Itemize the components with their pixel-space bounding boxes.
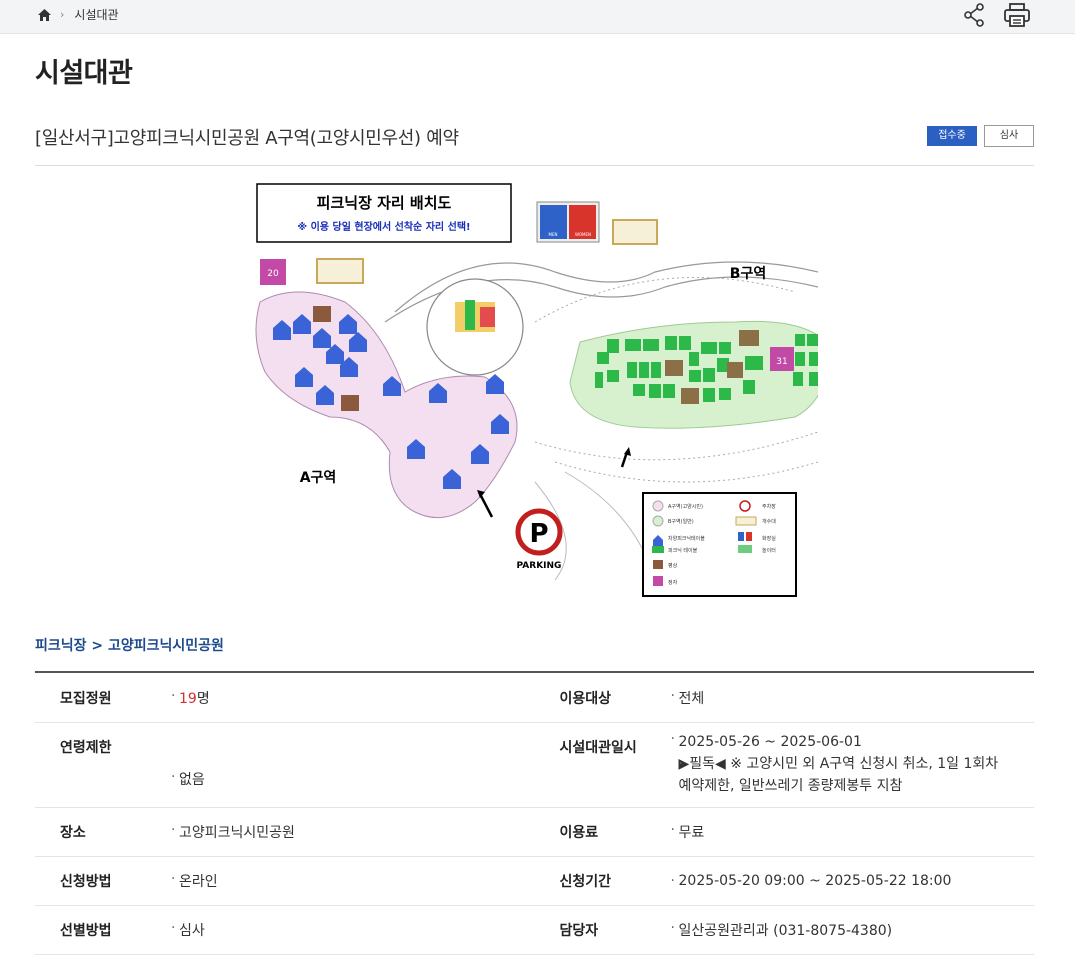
legend-restroom: 화장실 bbox=[762, 535, 776, 542]
value-contact: 일산공원관리과 (031-8075-4380) bbox=[671, 920, 1035, 940]
label-target: 이용대상 bbox=[559, 690, 612, 707]
parking-label: PARKING bbox=[517, 561, 562, 571]
print-icon[interactable] bbox=[1003, 2, 1031, 28]
rental-date-range: 2025-05-26 ~ 2025-06-01 bbox=[678, 734, 862, 750]
value-target: 전체 bbox=[671, 688, 1035, 708]
map-legend: A구역(고양시민) 주차장 B구역(일반) 개수대 차양피크닉테이블 화장실 피… bbox=[642, 492, 797, 597]
label-age-limit: 연령제한 bbox=[60, 740, 112, 756]
value-selection: 심사 bbox=[171, 920, 535, 940]
value-capacity: 19명 bbox=[171, 688, 535, 708]
label-apply-method: 신청방법 bbox=[60, 874, 112, 890]
breadcrumb-current[interactable]: 시설대관 bbox=[74, 6, 118, 23]
label-apply-period: 신청기간 bbox=[559, 874, 612, 890]
svg-text:P: P bbox=[529, 519, 548, 549]
zone-a-label: A구역 bbox=[300, 469, 337, 486]
value-fee: 무료 bbox=[671, 822, 1035, 842]
value-location: 고양피크닉시민공원 bbox=[171, 822, 535, 842]
map-notice: ※ 이용 당일 현장에서 선착순 자리 선택! bbox=[297, 220, 470, 233]
svg-text:31: 31 bbox=[776, 357, 787, 367]
label-selection: 선별방법 bbox=[60, 923, 112, 939]
top-bar: › 시설대관 bbox=[0, 0, 1075, 34]
capacity-number: 19 bbox=[179, 690, 197, 707]
legend-parking: 주차장 bbox=[762, 503, 776, 510]
restroom-women-label: WOMEN bbox=[575, 232, 591, 237]
value-apply-period: 2025-05-20 09:00 ~ 2025-05-22 18:00 bbox=[671, 873, 1035, 889]
restroom-men-label: MEN bbox=[549, 232, 558, 237]
info-row: 모집정원 19명 이용대상 전체 bbox=[35, 673, 1034, 723]
toolbar bbox=[961, 2, 1031, 28]
label-fee: 이용료 bbox=[559, 825, 599, 841]
review-badge: 심사 bbox=[984, 125, 1034, 147]
legend-pavilion: 정자 bbox=[668, 579, 678, 586]
info-row: 선별방법 심사 담당자 일산공원관리과 (031-8075-4380) bbox=[35, 906, 1034, 955]
category-path[interactable]: 피크닉장 > 고양피크닉시민공원 bbox=[35, 635, 224, 655]
map-heading: 피크닉장 자리 배치도 bbox=[317, 194, 452, 212]
rental-notice-2: 예약제한, 일반쓰레기 종량제봉투 지참 bbox=[678, 778, 903, 794]
value-age-limit: 없음 bbox=[171, 769, 535, 789]
label-rental-date: 시설대관일시 bbox=[559, 740, 637, 756]
value-apply-method: 온라인 bbox=[171, 871, 535, 891]
home-icon[interactable] bbox=[38, 8, 51, 21]
label-contact: 담당자 bbox=[559, 923, 599, 939]
legend-table: 피크닉 테이블 bbox=[668, 547, 698, 554]
legend-sink: 개수대 bbox=[762, 518, 776, 525]
capacity-unit: 명 bbox=[196, 690, 210, 707]
breadcrumb: › 시설대관 bbox=[38, 6, 119, 23]
label-capacity: 모집정원 bbox=[60, 690, 112, 707]
legend-zone-a: A구역(고양시민) bbox=[668, 503, 703, 510]
info-table: 모집정원 19명 이용대상 전체 연령제한 없음 시설대관일시 2025-05-… bbox=[35, 671, 1034, 955]
page-title: 시설대관 bbox=[35, 58, 133, 89]
facility-header: [일산서구]고양피크닉시민공원 A구역(고양시민우선) 예약 접수중 심사 bbox=[35, 124, 1034, 166]
share-icon[interactable] bbox=[961, 2, 989, 28]
rental-notice-1: ▶필독◀ ※ 고양시민 외 A구역 신청시 취소, 1일 1회차 bbox=[679, 753, 1035, 775]
legend-shade-table: 차양피크닉테이블 bbox=[668, 535, 705, 542]
value-rental-date: 2025-05-26 ~ 2025-06-01 ▶필독◀ ※ 고양시민 외 A구… bbox=[671, 731, 1035, 807]
svg-text:20: 20 bbox=[267, 269, 279, 279]
label-location: 장소 bbox=[60, 825, 86, 841]
chevron-right-icon: › bbox=[60, 8, 65, 21]
info-row: 신청방법 온라인 신청기간 2025-05-20 09:00 ~ 2025-05… bbox=[35, 857, 1034, 906]
facility-title: [일산서구]고양피크닉시민공원 A구역(고양시민우선) 예약 bbox=[35, 128, 459, 149]
legend-zone-b: B구역(일반) bbox=[668, 518, 694, 525]
status-badge: 접수중 bbox=[927, 126, 977, 146]
info-row: 장소 고양피크닉시민공원 이용료 무료 bbox=[35, 808, 1034, 857]
info-row: 연령제한 없음 시설대관일시 2025-05-26 ~ 2025-06-01 ▶… bbox=[35, 723, 1034, 808]
zone-b-label: B구역 bbox=[730, 265, 766, 282]
legend-platform: 평상 bbox=[668, 562, 678, 569]
legend-playground: 놀이터 bbox=[762, 547, 776, 554]
